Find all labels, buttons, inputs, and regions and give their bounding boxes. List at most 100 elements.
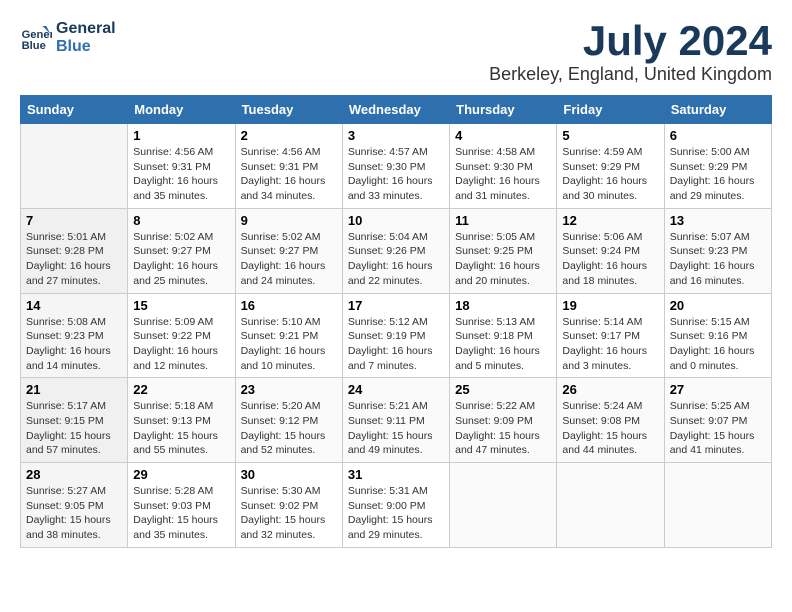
calendar-cell: 24 Sunrise: 5:21 AM Sunset: 9:11 PM Dayli… <box>342 378 449 463</box>
day-number: 9 <box>241 213 337 228</box>
calendar-cell: 4Sunrise: 4:58 AM Sunset: 9:30 PM Daylig… <box>450 124 557 209</box>
calendar-cell: 30 Sunrise: 5:30 AM Sunset: 9:02 PM Dayli… <box>235 463 342 548</box>
day-number: 30 <box>241 467 337 482</box>
day-info: Sunrise: 5:02 AM Sunset: 9:27 PM Dayligh… <box>133 230 229 289</box>
day-info: Sunrise: 5:30 AM Sunset: 9:02 PM Dayligh… <box>241 484 337 543</box>
day-info: Sunrise: 5:28 AM Sunset: 9:03 PM Dayligh… <box>133 484 229 543</box>
day-info: Sunrise: 5:04 AM Sunset: 9:26 PM Dayligh… <box>348 230 444 289</box>
day-number: 13 <box>670 213 766 228</box>
day-info: Sunrise: 5:17 AM Sunset: 9:15 PM Dayligh… <box>26 399 122 458</box>
col-header-friday: Friday <box>557 96 664 124</box>
day-info: Sunrise: 5:24 AM Sunset: 9:08 PM Dayligh… <box>562 399 658 458</box>
day-number: 12 <box>562 213 658 228</box>
day-number: 10 <box>348 213 444 228</box>
logo-icon: General Blue <box>20 22 52 54</box>
day-info: Sunrise: 4:58 AM Sunset: 9:30 PM Dayligh… <box>455 145 551 204</box>
day-number: 7 <box>26 213 122 228</box>
day-info: Sunrise: 5:21 AM Sunset: 9:11 PM Dayligh… <box>348 399 444 458</box>
day-number: 17 <box>348 298 444 313</box>
calendar-cell <box>557 463 664 548</box>
col-header-thursday: Thursday <box>450 96 557 124</box>
day-info: Sunrise: 4:56 AM Sunset: 9:31 PM Dayligh… <box>241 145 337 204</box>
day-number: 23 <box>241 382 337 397</box>
day-number: 3 <box>348 128 444 143</box>
calendar-cell: 11Sunrise: 5:05 AM Sunset: 9:25 PM Dayli… <box>450 208 557 293</box>
day-number: 22 <box>133 382 229 397</box>
day-number: 6 <box>670 128 766 143</box>
calendar-cell <box>664 463 771 548</box>
calendar-cell: 19 Sunrise: 5:14 AM Sunset: 9:17 PM Dayli… <box>557 293 664 378</box>
calendar-cell: 3 Sunrise: 4:57 AM Sunset: 9:30 PM Daylig… <box>342 124 449 209</box>
logo-text-line1: General <box>56 20 116 38</box>
day-number: 16 <box>241 298 337 313</box>
calendar-cell: 14 Sunrise: 5:08 AM Sunset: 9:23 PM Dayli… <box>21 293 128 378</box>
day-number: 28 <box>26 467 122 482</box>
day-info: Sunrise: 4:57 AM Sunset: 9:30 PM Dayligh… <box>348 145 444 204</box>
day-number: 11 <box>455 213 551 228</box>
svg-text:Blue: Blue <box>22 40 46 52</box>
day-info: Sunrise: 5:18 AM Sunset: 9:13 PM Dayligh… <box>133 399 229 458</box>
calendar-cell: 8Sunrise: 5:02 AM Sunset: 9:27 PM Daylig… <box>128 208 235 293</box>
day-info: Sunrise: 5:02 AM Sunset: 9:27 PM Dayligh… <box>241 230 337 289</box>
day-info: Sunrise: 5:15 AM Sunset: 9:16 PM Dayligh… <box>670 315 766 374</box>
title-section: July 2024 Berkeley, England, United King… <box>489 20 772 85</box>
logo: General Blue General Blue <box>20 20 116 55</box>
calendar-cell: 2Sunrise: 4:56 AM Sunset: 9:31 PM Daylig… <box>235 124 342 209</box>
day-number: 1 <box>133 128 229 143</box>
calendar-cell: 17 Sunrise: 5:12 AM Sunset: 9:19 PM Dayli… <box>342 293 449 378</box>
calendar-cell: 5 Sunrise: 4:59 AM Sunset: 9:29 PM Daylig… <box>557 124 664 209</box>
calendar-header-row: SundayMondayTuesdayWednesdayThursdayFrid… <box>21 96 772 124</box>
day-info: Sunrise: 5:20 AM Sunset: 9:12 PM Dayligh… <box>241 399 337 458</box>
location-subtitle: Berkeley, England, United Kingdom <box>489 64 772 85</box>
day-info: Sunrise: 5:25 AM Sunset: 9:07 PM Dayligh… <box>670 399 766 458</box>
day-info: Sunrise: 5:08 AM Sunset: 9:23 PM Dayligh… <box>26 315 122 374</box>
day-info: Sunrise: 5:07 AM Sunset: 9:23 PM Dayligh… <box>670 230 766 289</box>
col-header-sunday: Sunday <box>21 96 128 124</box>
week-row-4: 21 Sunrise: 5:17 AM Sunset: 9:15 PM Dayli… <box>21 378 772 463</box>
day-number: 24 <box>348 382 444 397</box>
calendar-cell: 22 Sunrise: 5:18 AM Sunset: 9:13 PM Dayli… <box>128 378 235 463</box>
day-info: Sunrise: 5:13 AM Sunset: 9:18 PM Dayligh… <box>455 315 551 374</box>
calendar-cell: 28 Sunrise: 5:27 AM Sunset: 9:05 PM Dayli… <box>21 463 128 548</box>
week-row-2: 7Sunrise: 5:01 AM Sunset: 9:28 PM Daylig… <box>21 208 772 293</box>
day-number: 18 <box>455 298 551 313</box>
day-info: Sunrise: 5:27 AM Sunset: 9:05 PM Dayligh… <box>26 484 122 543</box>
calendar-cell: 10 Sunrise: 5:04 AM Sunset: 9:26 PM Dayli… <box>342 208 449 293</box>
calendar-cell: 20 Sunrise: 5:15 AM Sunset: 9:16 PM Dayli… <box>664 293 771 378</box>
week-row-5: 28 Sunrise: 5:27 AM Sunset: 9:05 PM Dayli… <box>21 463 772 548</box>
calendar-cell: 7Sunrise: 5:01 AM Sunset: 9:28 PM Daylig… <box>21 208 128 293</box>
calendar-cell <box>450 463 557 548</box>
day-info: Sunrise: 5:10 AM Sunset: 9:21 PM Dayligh… <box>241 315 337 374</box>
day-number: 25 <box>455 382 551 397</box>
col-header-tuesday: Tuesday <box>235 96 342 124</box>
day-number: 31 <box>348 467 444 482</box>
day-info: Sunrise: 4:56 AM Sunset: 9:31 PM Dayligh… <box>133 145 229 204</box>
calendar-cell: 27 Sunrise: 5:25 AM Sunset: 9:07 PM Dayli… <box>664 378 771 463</box>
day-number: 19 <box>562 298 658 313</box>
col-header-monday: Monday <box>128 96 235 124</box>
calendar-cell <box>21 124 128 209</box>
calendar-cell: 6Sunrise: 5:00 AM Sunset: 9:29 PM Daylig… <box>664 124 771 209</box>
month-year-title: July 2024 <box>489 20 772 62</box>
day-number: 26 <box>562 382 658 397</box>
calendar-cell: 9 Sunrise: 5:02 AM Sunset: 9:27 PM Daylig… <box>235 208 342 293</box>
day-info: Sunrise: 4:59 AM Sunset: 9:29 PM Dayligh… <box>562 145 658 204</box>
calendar-cell: 21 Sunrise: 5:17 AM Sunset: 9:15 PM Dayli… <box>21 378 128 463</box>
day-number: 20 <box>670 298 766 313</box>
day-info: Sunrise: 5:12 AM Sunset: 9:19 PM Dayligh… <box>348 315 444 374</box>
calendar-cell: 15Sunrise: 5:09 AM Sunset: 9:22 PM Dayli… <box>128 293 235 378</box>
calendar-cell: 31Sunrise: 5:31 AM Sunset: 9:00 PM Dayli… <box>342 463 449 548</box>
day-number: 5 <box>562 128 658 143</box>
day-info: Sunrise: 5:14 AM Sunset: 9:17 PM Dayligh… <box>562 315 658 374</box>
calendar-cell: 13 Sunrise: 5:07 AM Sunset: 9:23 PM Dayli… <box>664 208 771 293</box>
day-number: 29 <box>133 467 229 482</box>
day-number: 15 <box>133 298 229 313</box>
week-row-3: 14 Sunrise: 5:08 AM Sunset: 9:23 PM Dayli… <box>21 293 772 378</box>
calendar-cell: 23 Sunrise: 5:20 AM Sunset: 9:12 PM Dayli… <box>235 378 342 463</box>
day-number: 21 <box>26 382 122 397</box>
day-number: 14 <box>26 298 122 313</box>
calendar-cell: 29 Sunrise: 5:28 AM Sunset: 9:03 PM Dayli… <box>128 463 235 548</box>
page-header: General Blue General Blue July 2024 Berk… <box>20 20 772 85</box>
day-number: 27 <box>670 382 766 397</box>
calendar-cell: 1 Sunrise: 4:56 AM Sunset: 9:31 PM Daylig… <box>128 124 235 209</box>
